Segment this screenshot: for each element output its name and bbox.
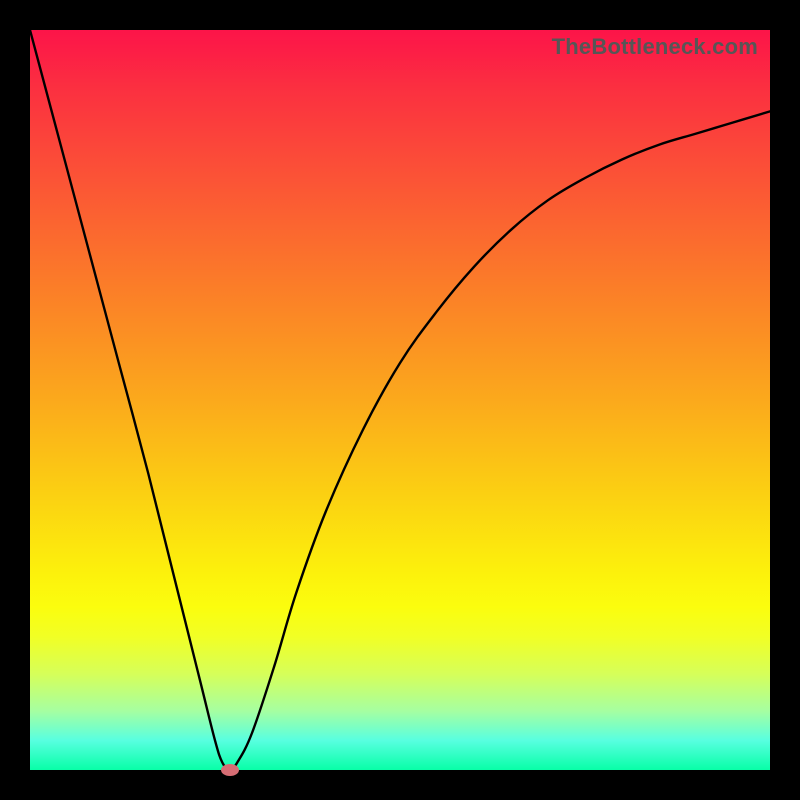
chart-frame: TheBottleneck.com [0, 0, 800, 800]
plot-area: TheBottleneck.com [30, 30, 770, 770]
bottleneck-curve [30, 30, 770, 770]
optimal-point-marker [221, 764, 239, 776]
